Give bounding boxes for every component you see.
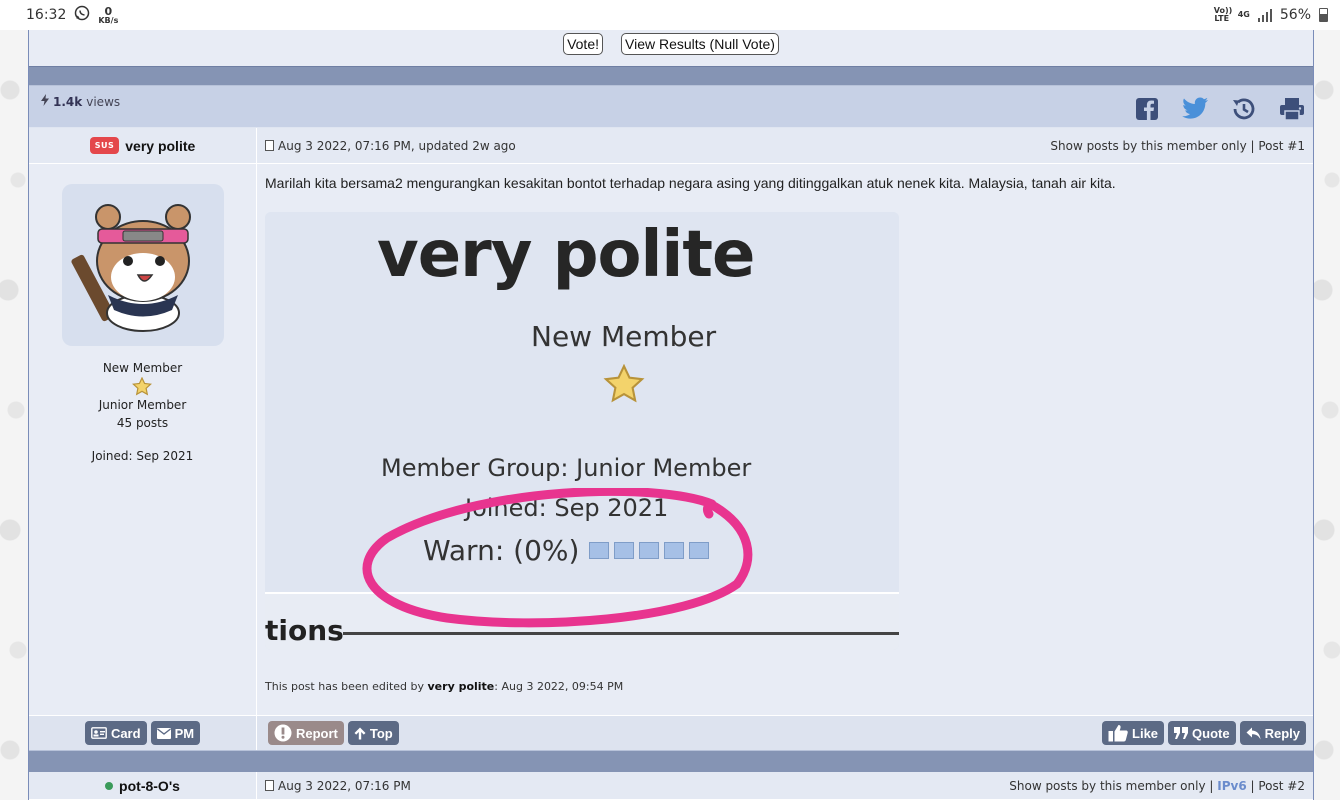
bolt-icon [41,94,49,109]
id-card-icon [91,727,107,739]
network-type: 4G [1237,10,1250,19]
pm-button-label: PM [174,725,195,741]
card-button[interactable]: Card [84,721,147,745]
image-rank: New Member [531,320,717,353]
facebook-icon[interactable] [1135,97,1159,124]
volte-indicator: Vo)) LTE [1213,6,1233,23]
vote-button[interactable]: Vote! [563,33,603,55]
quote-icon [1174,727,1189,739]
like-button[interactable]: Like [1102,721,1165,745]
arrow-up-icon [354,727,366,740]
rank-title: New Member [102,361,183,375]
image-member-group: Member Group: Junior Member [381,454,752,482]
report-button[interactable]: Report [268,721,344,745]
member-group: Junior Member [98,398,187,412]
post-author-header: pot-8-O's [29,772,256,800]
post-date: Aug 3 2022, 07:16 PM [278,778,411,793]
post-header: Aug 3 2022, 07:16 PM, updated 2w ago Sho… [257,128,1313,164]
post-actions: Report Top Like Quote Reply [257,716,1313,750]
network-speed: 0 KB/s [98,4,119,25]
view-results-button[interactable]: View Results (Null Vote) [621,33,779,55]
author-profile: New Member Junior Member 45 posts Joined… [29,164,256,463]
post-text: Marilah kita bersama2 mengurangkan kesak… [265,175,1116,191]
battery-percent: 56% [1279,7,1311,23]
star-icon [99,377,187,396]
edit-note-author: very polite [427,680,495,693]
post-date: Aug 3 2022, 07:16 PM, updated 2w ago [278,138,516,153]
post-author-header: SUS very polite [29,128,256,164]
show-member-posts-link[interactable]: Show posts by this member only [1009,779,1205,793]
history-icon[interactable] [1231,96,1257,125]
post-number-link[interactable]: Post #1 [1258,139,1305,153]
poll-actions: Vote! View Results (Null Vote) [29,30,1313,66]
exclamation-icon [274,724,292,742]
edit-note-date: : Aug 3 2022, 09:54 PM [494,680,624,693]
status-bar: 16:32 0 KB/s Vo)) LTE 4G 56% [0,0,1340,30]
reply-button[interactable]: Reply [1239,721,1306,745]
topic-toolbar: 1.4k views [29,86,1313,128]
views-count: 1.4k [53,94,83,109]
ipv6-badge: IPv6 [1217,778,1247,793]
print-icon[interactable] [1279,97,1305,124]
edit-note-prefix: This post has been edited by [265,680,425,693]
image-username: very polite [377,218,755,292]
author-actions: Card PM [29,716,256,750]
avatar[interactable] [61,184,224,346]
right-background [1314,30,1340,800]
topic-divider [29,66,1313,86]
post-divider [29,750,1313,772]
status-badge: SUS [89,137,120,154]
thumbs-up-icon [1108,724,1128,742]
document-icon [265,780,274,791]
image-footer-line [343,632,899,635]
whatsapp-icon [74,5,90,25]
forum-frame: Vote! View Results (Null Vote) 1.4k view… [28,30,1314,800]
image-footer-text: tions [265,614,344,647]
author-name[interactable]: very polite [125,138,195,154]
post-1: SUS very polite New Member Junior Member… [29,128,1313,750]
envelope-icon [156,727,171,739]
left-background [0,30,28,800]
quote-button[interactable]: Quote [1168,721,1236,745]
views-counter: 1.4k views [41,94,120,109]
edit-note: This post has been edited by very polite… [265,680,1305,693]
document-icon [265,140,274,151]
reply-button-label: Reply [1264,725,1300,741]
battery-icon [1319,8,1328,22]
post-number-link[interactable]: Post #2 [1258,779,1305,793]
post-header: Aug 3 2022, 07:16 PM Show posts by this … [257,772,1313,800]
annotation-circle [362,488,753,628]
views-label: views [86,94,121,109]
post-image[interactable]: very polite New Member Member Group: Jun… [265,212,899,650]
top-button-label: Top [369,725,393,741]
like-button-label: Like [1132,725,1159,741]
top-button[interactable]: Top [347,721,399,745]
post-content: Marilah kita bersama2 mengurangkan kesak… [257,164,1313,703]
author-name[interactable]: pot-8-O's [119,778,180,794]
image-star-icon [603,363,645,407]
twitter-icon[interactable] [1181,97,1209,124]
post-count: 45 posts [116,416,169,430]
card-button-label: Card [110,725,141,741]
signal-icon [1257,8,1272,22]
report-button-label: Report [296,725,338,741]
show-member-posts-link[interactable]: Show posts by this member only [1050,139,1246,153]
clock: 16:32 [26,7,67,23]
post-2: pot-8-O's Aug 3 2022, 07:16 PM Show post… [29,772,1313,800]
online-status-icon [105,781,114,790]
member-rank: New Member Junior Member 45 posts [99,359,187,432]
pm-button[interactable]: PM [150,721,201,745]
reply-arrow-icon [1246,727,1261,740]
quote-button-label: Quote [1192,725,1230,741]
joined-date: Joined: Sep 2021 [91,449,194,463]
